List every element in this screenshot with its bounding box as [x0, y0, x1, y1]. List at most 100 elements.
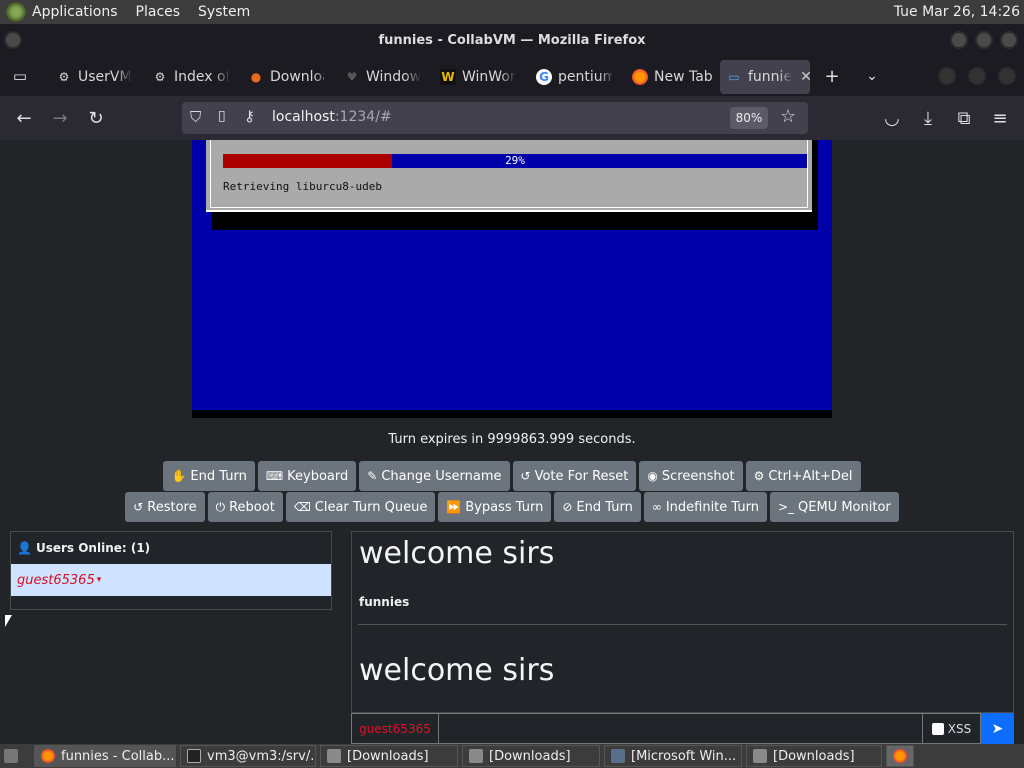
- minimize-icon[interactable]: [950, 31, 968, 49]
- window-title: funnies - CollabVM — Mozilla Firefox: [378, 32, 646, 48]
- ctrl-alt-del-button[interactable]: ⚙ Ctrl+Alt+Del: [745, 461, 861, 491]
- window-menu-icon[interactable]: [4, 31, 22, 49]
- keyboard-button[interactable]: ⌨ Keyboard: [257, 461, 357, 491]
- hamburger-menu-icon[interactable]: ≡: [988, 106, 1012, 130]
- taskbar-item-terminal[interactable]: vm3@vm3:/srv/...: [180, 745, 316, 767]
- vm-display[interactable]: 29% Retrieving liburcu8-udeb: [192, 140, 832, 418]
- close-window-icon[interactable]: [1000, 31, 1018, 49]
- downloads-icon[interactable]: ⤓: [916, 106, 940, 130]
- restore-button[interactable]: ↺ Restore: [125, 492, 205, 522]
- window-titlebar: funnies - CollabVM — Mozilla Firefox: [0, 24, 1024, 56]
- stop-icon: ⊘: [562, 500, 573, 514]
- send-icon: ➤: [991, 720, 1004, 737]
- chat-message-sender: funnies: [359, 595, 410, 609]
- power-icon: ⏻: [215, 499, 226, 514]
- url-bar[interactable]: ⛉ ▯ ⚷ localhost:1234/# 80% ☆: [182, 102, 808, 134]
- vm-controls-row-2: ↺ Restore ⏻ Reboot ⌫ Clear Turn Queue ⏩ Bypa…: [0, 492, 1024, 522]
- url-text[interactable]: localhost:1234/#: [272, 109, 392, 125]
- new-tab-plus-icon[interactable]: +: [820, 64, 844, 88]
- shield-icon[interactable]: ⛉: [190, 108, 201, 126]
- window-icon: [611, 749, 625, 763]
- install-progress-label: 29%: [505, 154, 525, 167]
- chat-username-label: guest65365: [351, 713, 439, 744]
- qemu-monitor-button[interactable]: >_ QEMU Monitor: [769, 492, 899, 522]
- back-arrow-icon[interactable]: ←: [12, 106, 36, 130]
- download-icon: ●: [250, 70, 262, 84]
- close-tab-icon[interactable]: ✕: [800, 69, 810, 85]
- bottom-taskbar: funnies - Collab... vm3@vm3:/srv/... [Do…: [0, 744, 1024, 768]
- terminal-icon: >_: [777, 500, 795, 514]
- infinity-icon: ∞: [651, 500, 662, 514]
- key-icon[interactable]: ⚷: [244, 107, 255, 125]
- vote-for-reset-button[interactable]: ↺ Vote For Reset: [512, 461, 637, 491]
- user-list-item[interactable]: guest65365 ▾: [11, 564, 331, 596]
- camera-icon: ◉: [647, 469, 658, 483]
- tab-overview-icon[interactable]: ▭: [8, 64, 32, 88]
- terminal-icon: [187, 749, 201, 763]
- reboot-button[interactable]: ⏻ Reboot: [207, 492, 283, 522]
- turn-expiry-message: Turn expires in 9999863.999 seconds.: [388, 432, 636, 447]
- tab-winworld[interactable]: W WinWor: [440, 60, 516, 94]
- folder-icon: [327, 749, 341, 763]
- taskbar-item-microsoft-windows[interactable]: [Microsoft Win...: [604, 745, 742, 767]
- page-icon[interactable]: ▯: [218, 108, 226, 124]
- forward-arrow-icon[interactable]: →: [48, 106, 72, 130]
- chat-divider: [358, 624, 1007, 625]
- heart-icon: ♥: [346, 70, 358, 84]
- force-end-turn-button[interactable]: ⊘ End Turn: [554, 492, 641, 522]
- hand-icon: ✋: [171, 469, 187, 483]
- extensions-icon[interactable]: ⧉: [952, 106, 976, 130]
- tab-index-of[interactable]: ⚙ Index of: [152, 60, 228, 94]
- chat-input[interactable]: [439, 713, 923, 744]
- pocket-icon[interactable]: ◡: [880, 106, 904, 130]
- xss-checkbox[interactable]: [931, 722, 944, 735]
- folder-icon: [753, 749, 767, 763]
- tab-window[interactable]: ♥ Window: [344, 60, 420, 94]
- monitor-icon: ▭: [728, 70, 740, 84]
- indefinite-turn-button[interactable]: ∞ Indefinite Turn: [643, 492, 767, 522]
- bookmark-star-icon[interactable]: ☆: [780, 106, 796, 127]
- tab-funnies[interactable]: ▭ funnie ✕: [720, 60, 810, 94]
- users-online-panel: 👤 Users Online: (1) guest65365 ▾: [10, 531, 332, 610]
- fast-forward-icon: ⏩: [446, 500, 462, 514]
- send-button[interactable]: ➤: [981, 713, 1014, 744]
- toolbar-dot-icon: [938, 67, 956, 85]
- keyboard-icon: ⌨: [265, 469, 284, 483]
- end-turn-button[interactable]: ✋ End Turn: [163, 461, 255, 491]
- chat-input-bar: guest65365 XSS ➤: [351, 713, 1014, 744]
- chat-message-heading: welcome sirs: [359, 536, 555, 571]
- bypass-turn-button[interactable]: ⏩ Bypass Turn: [438, 492, 552, 522]
- nav-bar: ← → ↻ ⛉ ▯ ⚷ localhost:1234/# 80% ☆ ◡ ⤓ ⧉…: [0, 96, 1024, 140]
- vm-screen[interactable]: 29% Retrieving liburcu8-udeb: [192, 140, 832, 410]
- tab-uservm[interactable]: ⚙ UserVM: [56, 60, 132, 94]
- screenshot-button[interactable]: ◉ Screenshot: [639, 461, 743, 491]
- system-menu[interactable]: System: [198, 4, 250, 20]
- tab-pentium[interactable]: G pentium: [536, 60, 612, 94]
- list-tabs-chevron-icon[interactable]: ⌄: [860, 64, 884, 88]
- caret-down-icon[interactable]: ▾: [97, 575, 102, 585]
- install-status-text: Retrieving liburcu8-udeb: [223, 180, 382, 193]
- xss-toggle[interactable]: XSS: [923, 713, 981, 744]
- zoom-level-badge[interactable]: 80%: [730, 107, 768, 129]
- taskbar-item-downloads[interactable]: [Downloads]: [320, 745, 458, 767]
- debian-logo-icon[interactable]: [6, 2, 26, 22]
- toolbar-dot-icon: [998, 67, 1016, 85]
- maximize-icon[interactable]: [975, 31, 993, 49]
- taskbar-item-firefox[interactable]: funnies - Collab...: [34, 745, 176, 767]
- winworld-icon: W: [440, 69, 456, 85]
- taskbar-item-downloads[interactable]: [Downloads]: [462, 745, 600, 767]
- clear-turn-queue-button[interactable]: ⌫ Clear Turn Queue: [285, 492, 436, 522]
- taskbar-item-downloads[interactable]: [Downloads]: [746, 745, 882, 767]
- places-menu[interactable]: Places: [136, 4, 181, 20]
- change-username-button[interactable]: ✎ Change Username: [359, 461, 510, 491]
- applications-menu[interactable]: Applications: [32, 4, 118, 20]
- reload-icon[interactable]: ↻: [84, 106, 108, 130]
- show-desktop-icon[interactable]: [0, 745, 30, 767]
- tab-download[interactable]: ● Downloa: [248, 60, 324, 94]
- clock[interactable]: Tue Mar 26, 14:26: [894, 4, 1020, 20]
- tray-firefox-icon[interactable]: [886, 745, 914, 767]
- vm-controls-row-1: ✋ End Turn ⌨ Keyboard ✎ Change Username ↺ Vo…: [0, 461, 1024, 491]
- tab-new-tab[interactable]: New Tab: [632, 60, 712, 94]
- reset-icon: ↺: [520, 469, 531, 483]
- install-progress-bar: 29%: [223, 154, 807, 168]
